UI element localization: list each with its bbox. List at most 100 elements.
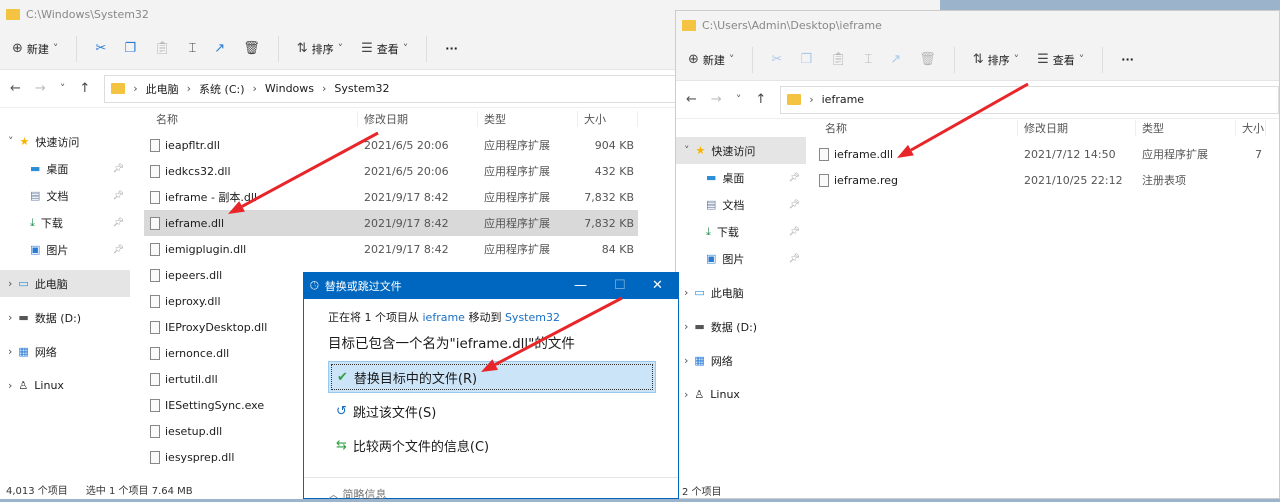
forward-icon[interactable]: → <box>35 81 46 96</box>
file-row[interactable]: ieframe.dll 2021/7/12 14:50 应用程序扩展 7 <box>813 141 1266 167</box>
file-row[interactable]: ieframe - 副本.dll 2021/9/17 8:42 应用程序扩展 7… <box>144 184 638 210</box>
window-title: C:\Windows\System32 <box>26 7 149 21</box>
recent-chevron-icon[interactable]: ˅ <box>60 82 66 95</box>
column-header[interactable]: 修改日期 <box>1018 120 1136 136</box>
close-button[interactable]: ✕ <box>652 278 663 293</box>
nav-item[interactable]: › ▦ 网络 <box>676 347 806 374</box>
paste-icon[interactable]: 📋︎ <box>830 52 847 67</box>
more-button[interactable]: ··· <box>1121 53 1134 66</box>
chevron-right-icon[interactable]: › <box>684 388 688 401</box>
exe-file-icon <box>150 398 160 412</box>
pin-icon[interactable]: 📌︎ <box>789 227 800 237</box>
file-row[interactable]: ieapfltr.dll 2021/6/5 20:06 应用程序扩展 904 K… <box>144 132 638 158</box>
recent-chevron-icon[interactable]: ˅ <box>736 93 742 106</box>
chevron-right-icon[interactable]: › <box>8 345 12 358</box>
minimize-button[interactable]: — <box>574 278 587 293</box>
download-icon: ⤓ <box>30 215 35 229</box>
view-button[interactable]: ☰ 查看 ˅ <box>1037 52 1084 68</box>
file-row[interactable]: iedkcs32.dll 2021/6/5 20:06 应用程序扩展 432 K… <box>144 158 638 184</box>
pin-icon[interactable]: 📌︎ <box>113 245 124 255</box>
file-row[interactable]: ieframe.reg 2021/10/25 22:12 注册表项 <box>813 167 1266 193</box>
paste-icon[interactable]: 📋︎ <box>154 41 171 56</box>
copy-icon[interactable]: ❐ <box>124 41 136 56</box>
nav-item[interactable]: ⤓ 下载 📌︎ <box>0 209 130 236</box>
nav-item[interactable]: ▣ 图片 📌︎ <box>676 245 806 272</box>
breadcrumb-item[interactable]: 系统 (C:) <box>199 81 244 97</box>
back-icon[interactable]: ← <box>686 92 697 107</box>
column-header[interactable]: 修改日期 <box>358 111 478 127</box>
share-icon[interactable]: ↗ <box>214 41 225 56</box>
nav-item[interactable]: › ▬ 数据 (D:) <box>0 304 130 331</box>
chevron-down-icon[interactable]: ˅ <box>8 135 14 148</box>
chevron-right-icon[interactable]: › <box>8 277 12 290</box>
maximize-button[interactable]: ☐ <box>614 278 626 293</box>
new-button[interactable]: ⊕ 新建 ˅ <box>12 41 58 57</box>
nav-item[interactable]: › ▭ 此电脑 <box>0 270 130 297</box>
copy-icon[interactable]: ❐ <box>800 52 812 67</box>
chevron-right-icon[interactable]: › <box>8 311 12 324</box>
column-header[interactable]: 类型 <box>478 111 578 127</box>
pin-icon[interactable]: 📌︎ <box>789 254 800 264</box>
pin-icon[interactable]: 📌︎ <box>113 191 124 201</box>
more-button[interactable]: ··· <box>445 42 458 55</box>
nav-item[interactable]: ▬ 桌面 📌︎ <box>0 155 130 182</box>
breadcrumb-item[interactable]: System32 <box>334 82 389 95</box>
sort-button[interactable]: ⇅ 排序 ˅ <box>973 52 1019 68</box>
column-header[interactable]: 名称 <box>813 120 1018 136</box>
rename-icon[interactable]: ⌶ <box>864 52 872 67</box>
chevron-right-icon[interactable]: › <box>8 379 12 392</box>
nav-item[interactable]: › ▦ 网络 <box>0 338 130 365</box>
nav-item[interactable]: ⤓ 下载 📌︎ <box>676 218 806 245</box>
breadcrumb-item[interactable]: Windows <box>265 82 314 95</box>
file-row[interactable]: iemigplugin.dll 2021/9/17 8:42 应用程序扩展 84… <box>144 236 638 262</box>
forward-icon[interactable]: → <box>711 92 722 107</box>
cut-icon[interactable]: ✂ <box>771 52 782 67</box>
nav-item[interactable]: ▬ 桌面 📌︎ <box>676 164 806 191</box>
dll-file-icon <box>150 138 160 152</box>
file-row[interactable]: ieframe.dll 2021/9/17 8:42 应用程序扩展 7,832 … <box>144 210 638 236</box>
details-toggle[interactable]: ︿ 简略信息 <box>304 477 678 502</box>
chevron-right-icon[interactable]: › <box>684 286 688 299</box>
view-button[interactable]: ☰ 查看 ˅ <box>361 41 408 57</box>
option-skip[interactable]: ↺ 跳过该文件(S) <box>328 395 656 427</box>
column-header[interactable]: 大小 <box>1236 120 1266 136</box>
chevron-right-icon[interactable]: › <box>684 320 688 333</box>
column-header[interactable]: 大小 <box>578 111 638 127</box>
sort-icon: ⇅ <box>972 52 984 67</box>
nav-item[interactable]: ˅ ★ 快速访问 <box>676 137 806 164</box>
up-icon[interactable]: ↑ <box>755 92 766 107</box>
option-compare[interactable]: ⇆ 比较两个文件的信息(C) <box>328 429 656 461</box>
linux-icon: ♙ <box>18 379 29 392</box>
new-button[interactable]: ⊕ 新建 ˅ <box>688 52 734 68</box>
chevron-down-icon[interactable]: ˅ <box>684 144 690 157</box>
nav-item[interactable]: ▤ 文档 📌︎ <box>0 182 130 209</box>
dll-file-icon <box>150 216 160 230</box>
address-bar[interactable]: › ieframe <box>780 85 1279 114</box>
back-icon[interactable]: ← <box>10 81 21 96</box>
nav-item[interactable]: › ♙ Linux <box>676 381 806 408</box>
nav-item[interactable]: ▤ 文档 📌︎ <box>676 191 806 218</box>
pin-icon[interactable]: 📌︎ <box>113 218 124 228</box>
nav-item[interactable]: › ♙ Linux <box>0 372 130 399</box>
rename-icon[interactable]: ⌶ <box>188 41 196 56</box>
breadcrumb-item[interactable]: ieframe <box>822 93 864 106</box>
column-header[interactable]: 类型 <box>1136 120 1236 136</box>
pin-icon[interactable]: 📌︎ <box>789 173 800 183</box>
sort-button[interactable]: ⇅ 排序 ˅ <box>297 41 343 57</box>
delete-icon[interactable]: 🗑︎ <box>243 41 260 56</box>
delete-icon[interactable]: 🗑︎ <box>919 52 936 67</box>
pin-icon[interactable]: 📌︎ <box>113 164 124 174</box>
column-header[interactable]: 名称 <box>144 111 358 127</box>
breadcrumb-item[interactable]: 此电脑 <box>146 81 179 97</box>
nav-item[interactable]: › ▬ 数据 (D:) <box>676 313 806 340</box>
nav-item[interactable]: ˅ ★ 快速访问 <box>0 128 130 155</box>
up-icon[interactable]: ↑ <box>79 81 90 96</box>
share-icon[interactable]: ↗ <box>890 52 901 67</box>
cut-icon[interactable]: ✂ <box>95 41 106 56</box>
pin-icon[interactable]: 📌︎ <box>789 200 800 210</box>
nav-item[interactable]: › ▭ 此电脑 <box>676 279 806 306</box>
nav-item[interactable]: ▣ 图片 📌︎ <box>0 236 130 263</box>
chevron-right-icon[interactable]: › <box>684 354 688 367</box>
list-view-icon: ☰ <box>1037 52 1049 67</box>
option-replace[interactable]: ✔ 替换目标中的文件(R) <box>328 361 656 393</box>
